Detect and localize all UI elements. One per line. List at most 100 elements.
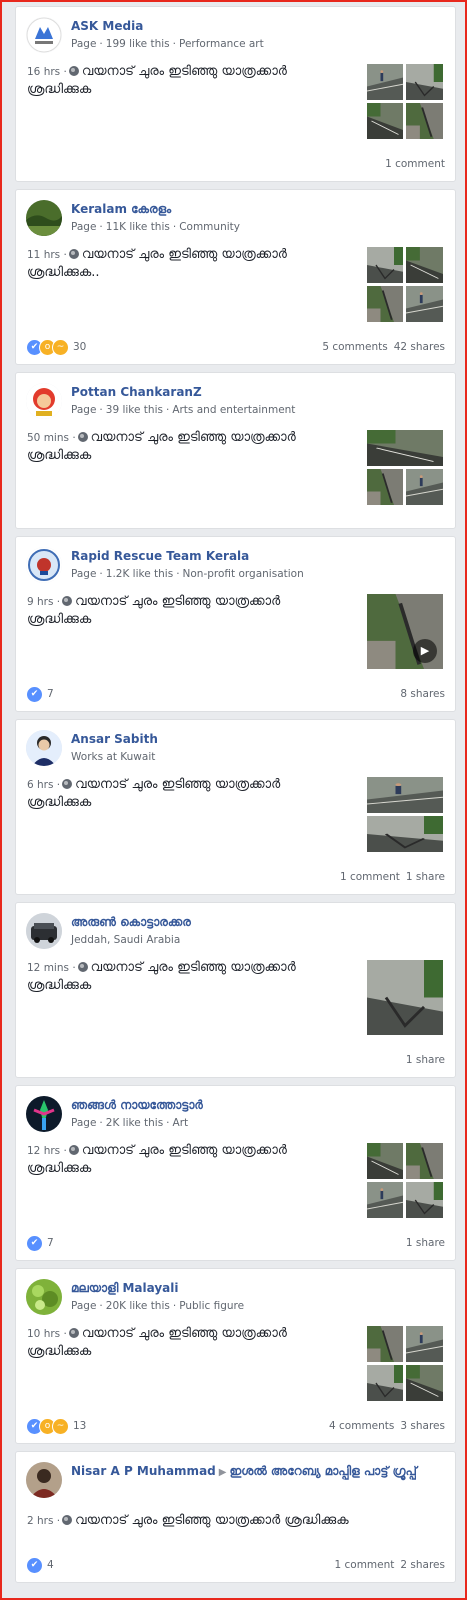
post-timestamp[interactable]: 16 hrs [27,66,60,78]
post-timestamp[interactable]: 11 hrs [27,249,60,261]
post-media[interactable] [366,776,445,854]
author-meta: Page · 39 like this · Arts and entertainment [71,404,445,417]
meta-item: Arts and entertainment [172,404,296,416]
post-media[interactable] [366,1142,445,1220]
post-footer: 1 comment 1 share [26,868,445,886]
avatar[interactable] [26,1096,62,1132]
engagement-counts: 8 shares [400,685,445,703]
post-media[interactable]: ▶ [366,593,445,671]
avatar[interactable] [26,1462,62,1498]
avatar[interactable] [26,730,62,766]
post-footer: ✔ o ~30 5 comments 42 shares [26,338,445,356]
author-name-link[interactable]: മലയാളി Malayali [71,1281,179,1295]
avatar[interactable] [26,200,62,236]
post-card: Rapid Rescue Team Kerala Page · 1.2K like t… [15,536,456,712]
author-name-link[interactable]: Keralam കേരളം [71,202,171,216]
share-count-link[interactable]: 3 shares [400,1420,445,1432]
share-count-link[interactable]: 1 share [406,1237,445,1249]
photo-thumbnail[interactable] [405,63,444,101]
reaction-summary[interactable]: ✔ 7 [26,1235,54,1252]
photo-thumbnail[interactable] [405,285,444,323]
reaction-count: 4 [47,1559,54,1571]
meta-item: Art [172,1117,189,1129]
photo-thumbnail[interactable] [405,468,444,506]
play-icon[interactable]: ▶ [413,639,437,663]
comment-count-link[interactable]: 1 comment [385,158,445,170]
share-count-link[interactable]: 1 share [406,871,445,883]
post-media[interactable] [366,959,445,1037]
post-timestamp[interactable]: 2 hrs [27,1515,53,1527]
avatar[interactable] [26,383,62,419]
avatar[interactable] [26,1279,62,1315]
engagement-counts: 1 comment 2 shares [334,1556,445,1574]
author-meta: Page · 1.2K like this · Non-profit organisat… [71,568,445,581]
engagement-counts: 1 comment [385,155,445,173]
photo-thumbnail[interactable] [405,1142,444,1180]
comment-count-link[interactable]: 1 comment [334,1559,394,1571]
separator-dot: · [68,962,76,974]
reaction-summary[interactable]: ✔ 4 [26,1557,54,1574]
post-media[interactable] [366,63,445,141]
share-count-link[interactable]: 42 shares [394,341,445,353]
post-media[interactable] [366,1325,445,1403]
author-line: അരുൺ കൊട്ടാരക്കര [71,914,445,930]
globe-icon [77,432,88,442]
reaction-summary[interactable]: ✔ 7 [26,686,54,703]
comment-count-link[interactable]: 5 comments [322,341,387,353]
photo-thumbnail[interactable] [366,1142,404,1180]
share-count-link[interactable]: 8 shares [400,688,445,700]
photo-thumbnail[interactable]: ▶ [366,593,444,670]
photo-thumbnail[interactable] [405,102,444,140]
post-timestamp[interactable]: 12 hrs [27,1145,60,1157]
author-name-link[interactable]: അരുൺ കൊട്ടാരക്കര [71,915,191,929]
share-count-link[interactable]: 1 share [406,1054,445,1066]
photo-thumbnail[interactable] [405,1181,444,1219]
post-footer: 1 share [26,1051,445,1069]
post-timestamp[interactable]: 9 hrs [27,596,53,608]
photo-thumbnail[interactable] [366,815,444,853]
photo-thumbnail[interactable] [366,429,444,467]
photo-thumbnail[interactable] [405,1325,444,1363]
photo-thumbnail[interactable] [366,1181,404,1219]
post-timestamp[interactable]: 6 hrs [27,779,53,791]
author-line: Rapid Rescue Team Kerala [71,548,445,564]
separator-dot: · [99,1117,103,1129]
photo-thumbnail[interactable] [366,246,404,284]
photo-thumbnail[interactable] [366,959,444,1036]
share-count-link[interactable]: 2 shares [400,1559,445,1571]
sad-reaction-icon: ~ [52,1418,69,1435]
comment-count-link[interactable]: 4 comments [329,1420,394,1432]
author-line: Pottan ChankaranZ [71,384,445,400]
reaction-summary[interactable]: ✔ o ~13 [26,1418,86,1435]
avatar[interactable] [26,547,62,583]
group-name-link[interactable]: ഇശൽ അറേബ്യ മാപ്പിള പാട്ട് ഗ്രൂപ്പ് [229,1464,416,1478]
engagement-counts: 1 comment 1 share [340,868,445,886]
post-body: 9 hrs · വയനാട് ചുരം ഇടിഞ്ഞു യാത്രക്കാർ ശ്… [27,593,347,628]
post-media[interactable] [366,246,445,324]
photo-thumbnail[interactable] [366,63,404,101]
author-name-link[interactable]: ഞങ്ങൾ നായത്തോട്ടാർ [71,1098,203,1112]
post-timestamp[interactable]: 12 mins [27,962,69,974]
avatar[interactable] [26,913,62,949]
avatar[interactable] [26,17,62,53]
photo-thumbnail[interactable] [366,1325,404,1363]
author-name-link[interactable]: Rapid Rescue Team Kerala [71,549,249,563]
photo-thumbnail[interactable] [366,1364,404,1402]
photo-thumbnail[interactable] [366,468,404,506]
author-line: Nisar A P Muhammad ▶ ഇശൽ അറേബ്യ മാപ്പിള പാ… [71,1463,445,1481]
author-name-link[interactable]: Ansar Sabith [71,732,158,746]
author-name-link[interactable]: Pottan ChankaranZ [71,385,202,399]
photo-thumbnail[interactable] [366,776,444,814]
reaction-summary[interactable]: ✔ o ~30 [26,339,86,356]
photo-thumbnail[interactable] [405,1364,444,1402]
photo-thumbnail[interactable] [366,102,404,140]
photo-thumbnail[interactable] [405,246,444,284]
post-timestamp[interactable]: 10 hrs [27,1328,60,1340]
photo-thumbnail[interactable] [366,285,404,323]
author-name-link[interactable]: Nisar A P Muhammad [71,1464,216,1478]
post-media[interactable] [366,429,445,507]
comment-count-link[interactable]: 1 comment [340,871,400,883]
post-timestamp[interactable]: 50 mins [27,432,69,444]
meta-item: Page [71,404,97,416]
author-name-link[interactable]: ASK Media [71,19,143,33]
